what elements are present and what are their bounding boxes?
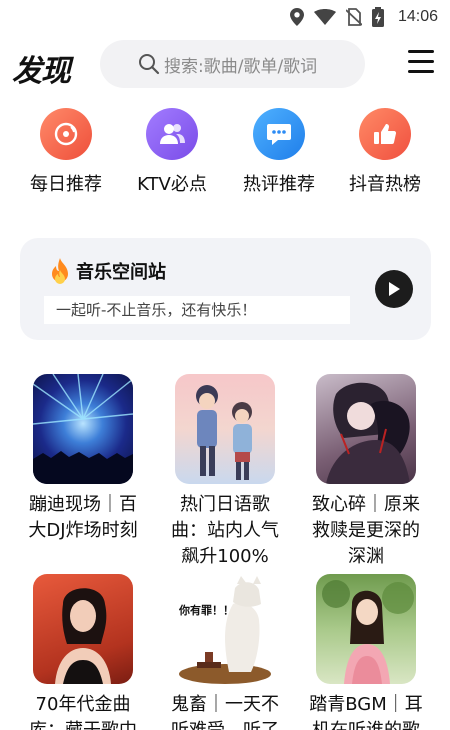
chat-bubble-icon (253, 108, 305, 160)
quick-label: 抖音热榜 (349, 174, 421, 195)
quick-item-ktv[interactable]: KTV必点 (117, 108, 227, 196)
wifi-icon (313, 9, 336, 25)
playlist-title: 鬼畜｜一天不听难受，听了 (171, 694, 279, 730)
thumbs-up-icon (359, 108, 411, 160)
cover-caption: 你有罪！！ (179, 604, 234, 617)
no-sim-icon (345, 8, 362, 26)
play-icon (389, 282, 400, 296)
play-button[interactable] (375, 270, 413, 308)
vinyl-icon (40, 108, 92, 160)
playlist-card[interactable]: 踏青BGM｜耳机在听谁的歌 (306, 574, 426, 730)
quick-item-douyin-chart[interactable]: 抖音热榜 (330, 108, 440, 196)
status-time: 14:06 (397, 8, 438, 25)
flame-icon (52, 258, 68, 284)
playlist-title: 70年代金曲库：藏于歌中 (29, 694, 137, 730)
spring-girl-cover (316, 574, 416, 684)
location-icon (289, 8, 304, 26)
users-icon (146, 108, 198, 160)
playlist-card[interactable]: 热门日语歌曲：站内人气飙升100% (165, 374, 285, 570)
page-title: 发现 (12, 54, 71, 89)
menu-icon[interactable] (408, 50, 434, 74)
music-space-title-row: 音乐空间站 (50, 258, 166, 284)
quick-label: 每日推荐 (30, 174, 102, 195)
cat-meme-cover: 你有罪！！ (175, 574, 275, 684)
quick-nav: 每日推荐 KTV必点 热评推荐 抖音热榜 (0, 108, 450, 198)
quick-item-daily[interactable]: 每日推荐 (11, 108, 121, 196)
quick-label: KTV必点 (137, 174, 207, 195)
playlist-title: 蹦迪现场｜百大DJ炸场时刻 (28, 494, 138, 541)
music-space-subtitle: 一起听-不止音乐，还有快乐！ (44, 296, 350, 324)
playlist-title: 致心碎｜原来救赎是更深的深渊 (312, 494, 420, 567)
playlist-card[interactable]: 70年代金曲库：藏于歌中 (23, 574, 143, 730)
playlist-card[interactable]: 你有罪！！ 鬼畜｜一天不听难受，听了 (165, 574, 285, 730)
anime-couple-cover (175, 374, 275, 484)
search-placeholder: 搜索:歌曲/歌单/歌词 (164, 56, 318, 77)
quick-item-hot-comments[interactable]: 热评推荐 (224, 108, 334, 196)
status-bar: 14:06 (0, 0, 450, 34)
header: 发现 搜索:歌曲/歌单/歌词 (0, 40, 450, 89)
playlist-card[interactable]: 蹦迪现场｜百大DJ炸场时刻 (23, 374, 143, 544)
quick-label: 热评推荐 (243, 174, 315, 195)
music-space-title: 音乐空间站 (76, 262, 166, 283)
search-input[interactable]: 搜索:歌曲/歌单/歌词 (100, 40, 365, 88)
retro-portrait-cover (33, 574, 133, 684)
playlist-card[interactable]: 致心碎｜原来救赎是更深的深渊 (306, 374, 426, 570)
playlist-title: 热门日语歌曲：站内人气飙升100% (171, 494, 279, 567)
search-icon (139, 54, 160, 75)
battery-charging-icon (371, 7, 384, 27)
anime-hug-cover (316, 374, 416, 484)
music-space-card[interactable]: 音乐空间站 一起听-不止音乐，还有快乐！ (20, 238, 431, 340)
playlist-title: 踏青BGM｜耳机在听谁的歌 (309, 694, 423, 730)
concert-cover (33, 374, 133, 484)
